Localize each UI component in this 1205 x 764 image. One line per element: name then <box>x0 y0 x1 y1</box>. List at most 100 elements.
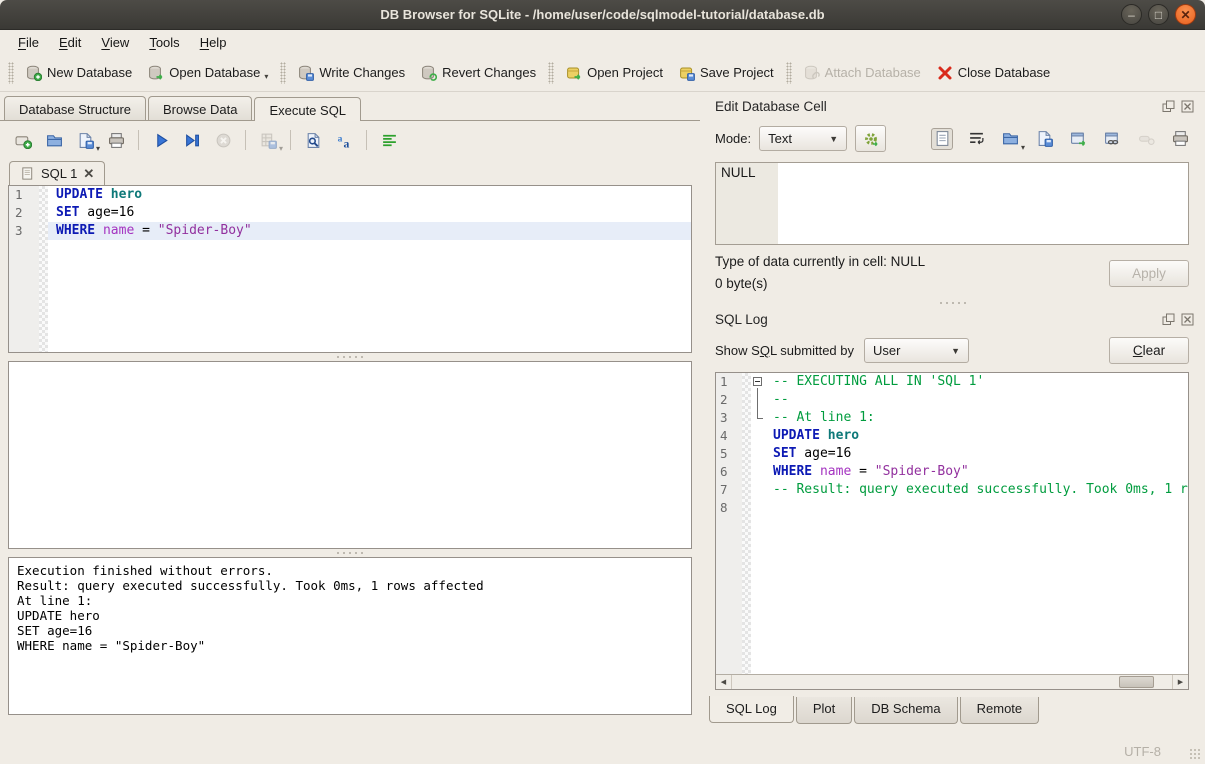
encoding-label: UTF-8 <box>1124 744 1161 759</box>
tab-execute-sql[interactable]: Execute SQL <box>254 97 361 121</box>
menu-view[interactable]: View <box>91 32 139 53</box>
scroll-left-icon[interactable]: ◀ <box>716 675 732 689</box>
toolbar-button-label: Save Project <box>700 65 774 80</box>
revert-changes-button[interactable]: Revert Changes <box>413 60 544 86</box>
toolbar-button-label: Open Project <box>587 65 663 80</box>
scroll-right-icon[interactable]: ▶ <box>1172 675 1188 689</box>
cell-editor-toolbar: ▾ <box>931 128 1193 150</box>
float-dock-icon[interactable] <box>1161 312 1176 327</box>
save-results-view-button: ▾ <box>257 129 279 151</box>
text-mode-button[interactable] <box>931 128 953 150</box>
chevron-down-icon[interactable]: ▾ <box>96 144 100 153</box>
link-window-icon <box>1104 130 1121 147</box>
chevron-down-icon[interactable]: ▾ <box>1021 143 1025 152</box>
chevron-down-icon[interactable]: ▾ <box>279 144 283 153</box>
dock-splitter[interactable] <box>709 299 1197 307</box>
execute-sql-pane: ▾▾aa SQL 1 ✕ 1UPDATE hero2SET age=163WHE… <box>0 121 700 739</box>
fold-margin <box>742 409 751 427</box>
close-dock-icon[interactable] <box>1180 99 1195 114</box>
dock-tab-db-schema[interactable]: DB Schema <box>854 697 957 724</box>
code-line: 1-- EXECUTING ALL IN 'SQL 1' <box>716 373 1188 391</box>
editor-results-splitter[interactable] <box>0 353 700 361</box>
apply-button[interactable]: Apply <box>1109 260 1189 287</box>
fold-marker[interactable] <box>751 373 765 391</box>
fold-cell <box>751 445 765 463</box>
print-cell-button[interactable] <box>1169 128 1191 150</box>
format-sql-button[interactable] <box>378 129 400 151</box>
results-messages-splitter[interactable] <box>0 549 700 557</box>
menu-file[interactable]: File <box>8 32 49 53</box>
word-wrap-button[interactable] <box>965 128 987 150</box>
results-grid[interactable] <box>8 361 692 549</box>
tab-database-structure[interactable]: Database Structure <box>4 96 146 120</box>
open-sql-file-button[interactable] <box>43 129 65 151</box>
window-controls: – □ ✕ <box>1121 4 1196 25</box>
sql-editor[interactable]: 1UPDATE hero2SET age=163WHERE name = "Sp… <box>8 185 692 353</box>
log-horizontal-scrollbar[interactable]: ◀ ▶ <box>716 674 1188 689</box>
main-tabbar: Database StructureBrowse DataExecute SQL <box>0 92 700 121</box>
message-line: SET age=16 <box>17 623 683 638</box>
toolbar-separator <box>290 130 291 150</box>
sql-doc-tab[interactable]: SQL 1 ✕ <box>9 161 105 185</box>
execute-current-line-button[interactable] <box>181 129 203 151</box>
save-project-button[interactable]: Save Project <box>671 60 782 86</box>
menu-help[interactable]: Help <box>190 32 237 53</box>
scroll-track[interactable] <box>732 675 1172 689</box>
code-text: UPDATE hero <box>48 186 691 204</box>
open-new-sql-tab-button[interactable] <box>12 129 34 151</box>
sql-log-dock-header: SQL Log <box>709 307 1197 331</box>
tab-browse-data[interactable]: Browse Data <box>148 96 252 120</box>
dock-tab-sql-log[interactable]: SQL Log <box>709 696 794 723</box>
sql-file-icon <box>20 166 35 181</box>
export-data-button[interactable] <box>1033 128 1055 150</box>
dock-tabbar: SQL LogPlotDB SchemaRemote <box>709 697 1197 724</box>
print-sql-button[interactable] <box>105 129 127 151</box>
open-external-button[interactable] <box>1067 128 1089 150</box>
db-attach-icon <box>804 65 820 81</box>
close-database-button[interactable]: Close Database <box>929 60 1059 86</box>
resize-grip[interactable] <box>1189 748 1202 761</box>
dock-tab-remote[interactable]: Remote <box>960 697 1040 724</box>
menu-edit[interactable]: Edit <box>49 32 91 53</box>
fold-marker[interactable] <box>751 409 765 427</box>
minimize-icon[interactable]: – <box>1121 4 1142 25</box>
execute-all-button[interactable] <box>150 129 172 151</box>
open-sql-file-icon <box>46 132 63 149</box>
sql-log-title: SQL Log <box>715 312 1157 327</box>
clear-log-button[interactable]: Clear <box>1109 337 1189 364</box>
write-changes-button[interactable]: Write Changes <box>290 60 413 86</box>
code-line: 3-- At line 1: <box>716 409 1188 427</box>
menu-tools[interactable]: Tools <box>139 32 189 53</box>
maximize-icon[interactable]: □ <box>1148 4 1169 25</box>
link-window-button[interactable] <box>1101 128 1123 150</box>
open-project-button[interactable]: Open Project <box>558 60 671 86</box>
new-database-button[interactable]: New Database <box>18 60 140 86</box>
line-number: 8 <box>716 499 742 517</box>
close-dock-icon[interactable] <box>1180 312 1195 327</box>
code-line: 7-- Result: query executed successfully.… <box>716 481 1188 499</box>
float-dock-icon[interactable] <box>1161 99 1176 114</box>
fold-box-icon[interactable] <box>753 377 762 386</box>
svg-text:a: a <box>343 137 349 149</box>
main-toolbar: New DatabaseOpen Database▾ Write ChangesR… <box>0 54 1205 92</box>
fold-cell <box>751 463 765 481</box>
close-sql-tab-icon[interactable]: ✕ <box>83 167 94 180</box>
save-sql-file-button[interactable]: ▾ <box>74 129 96 151</box>
autocomplete-button[interactable]: aa <box>333 129 355 151</box>
log-filter-select[interactable]: User ▼ <box>864 338 969 363</box>
cell-value-editor[interactable]: NULL <box>715 162 1189 245</box>
print-sql-icon <box>108 132 125 149</box>
db-write-icon <box>298 65 314 81</box>
fold-marker[interactable] <box>751 391 765 409</box>
chevron-down-icon[interactable]: ▾ <box>264 72 268 81</box>
open-database-button[interactable]: Open Database▾ <box>140 60 276 86</box>
dock-tab-plot[interactable]: Plot <box>796 697 852 724</box>
close-icon[interactable]: ✕ <box>1175 4 1196 25</box>
apply-data-button[interactable] <box>855 125 886 152</box>
import-data-button[interactable]: ▾ <box>999 128 1021 150</box>
toolbar-handle[interactable] <box>8 62 14 84</box>
scroll-thumb[interactable] <box>1119 676 1154 688</box>
find-or-replace-button[interactable] <box>302 129 324 151</box>
mode-select[interactable]: Text ▼ <box>759 126 847 151</box>
edit-cell-mode-row: Mode: Text ▼ ▾ <box>709 118 1197 159</box>
